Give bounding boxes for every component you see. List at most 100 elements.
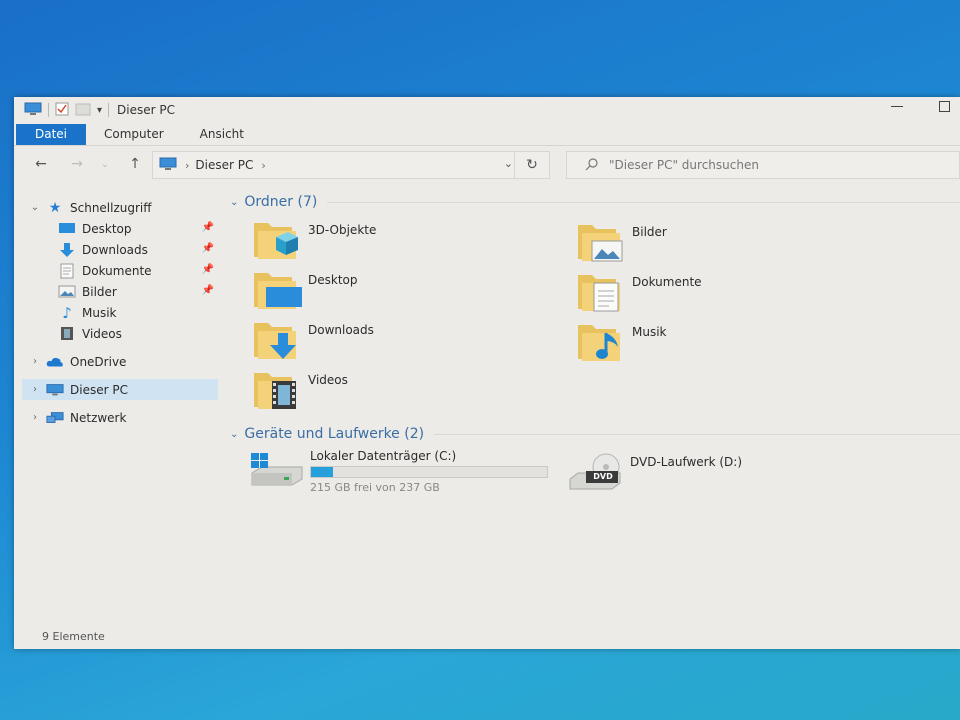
drive-c[interactable]: Lokaler Datenträger (C:) 215 GB frei von…	[248, 449, 548, 494]
sidebar-item-this-pc[interactable]: › Dieser PC	[22, 379, 218, 400]
computer-icon[interactable]	[24, 102, 42, 119]
quick-access-toolbar: ▾	[24, 102, 110, 119]
minimize-button[interactable]	[891, 106, 903, 107]
folders-group-header[interactable]: ⌄ Ordner (7)	[228, 191, 960, 213]
star-icon: ★	[48, 199, 62, 216]
folder-label: Dokumente	[632, 275, 702, 289]
ribbon-divider	[14, 145, 960, 146]
music-note-icon: ♪	[62, 303, 72, 322]
customize-toolbar-icon[interactable]: ▾	[97, 105, 102, 116]
sidebar-item-videos[interactable]: Videos	[22, 323, 218, 344]
breadcrumb-this-pc[interactable]: Dieser PC	[195, 158, 253, 172]
sidebar-item-label: Downloads	[82, 242, 148, 257]
search-icon	[585, 157, 599, 174]
expand-chevron-icon[interactable]: ›	[28, 384, 42, 395]
drive-c-free-space: 215 GB frei von 237 GB	[310, 481, 440, 494]
sidebar-item-network[interactable]: › Netzwerk	[22, 407, 218, 428]
music-folder-icon	[576, 319, 626, 365]
pin-icon[interactable]: 📌	[202, 285, 214, 296]
folder-label: 3D-Objekte	[308, 223, 377, 237]
expand-chevron-icon[interactable]: ›	[28, 412, 42, 423]
group-title: Geräte und Laufwerke (2)	[244, 426, 425, 442]
folder-label: Videos	[308, 373, 348, 387]
sidebar-item-desktop[interactable]: Desktop 📌	[22, 218, 218, 239]
tab-computer[interactable]: Computer	[86, 124, 182, 145]
sidebar-item-music[interactable]: ♪ Musik	[22, 302, 218, 323]
toolbar-divider	[48, 103, 49, 117]
navigation-pane: ⌄ ★ Schnellzugriff Desktop 📌 Downloads 📌…	[22, 197, 218, 428]
navigation-bar: ← → ⌄ ↑ › Dieser PC › ⌄ ↻ "Dieser PC" du…	[14, 150, 960, 179]
desktop-folder-icon	[252, 267, 302, 313]
folder-label: Desktop	[308, 273, 358, 287]
sidebar-item-label: Musik	[82, 305, 117, 320]
back-arrow-icon[interactable]: ←	[30, 154, 52, 174]
up-arrow-icon[interactable]: ↑	[124, 154, 146, 174]
pin-icon[interactable]: 📌	[202, 264, 214, 275]
film-icon	[58, 326, 76, 342]
expand-chevron-icon[interactable]: ⌄	[28, 202, 42, 213]
folder-label: Musik	[632, 325, 667, 339]
drive-c-name: Lokaler Datenträger (C:)	[310, 449, 457, 463]
pin-icon[interactable]: 📌	[202, 243, 214, 254]
new-folder-icon[interactable]	[75, 102, 91, 119]
maximize-button[interactable]	[939, 101, 950, 112]
status-item-count: 9 Elemente	[42, 630, 105, 643]
refresh-icon: ↻	[526, 157, 538, 173]
breadcrumb-chevron-icon[interactable]: ›	[185, 159, 189, 172]
download-arrow-icon	[58, 242, 76, 258]
group-divider	[327, 201, 960, 203]
properties-icon[interactable]	[55, 102, 69, 119]
cloud-icon	[46, 354, 64, 370]
collapse-chevron-icon[interactable]: ⌄	[230, 429, 238, 440]
collapse-chevron-icon[interactable]: ⌄	[230, 197, 238, 208]
sidebar-item-label: Bilder	[82, 284, 117, 299]
sidebar-item-downloads[interactable]: Downloads 📌	[22, 239, 218, 260]
tab-datei[interactable]: Datei	[16, 124, 87, 145]
recent-locations-chevron-icon[interactable]: ⌄	[94, 154, 116, 174]
sidebar-item-quick-access[interactable]: ⌄ ★ Schnellzugriff	[22, 197, 218, 218]
content-pane: ⌄ Ordner (7) 3D-Objekte Bilder Desktop D…	[228, 191, 960, 509]
picture-icon	[58, 284, 76, 300]
document-icon	[58, 263, 76, 279]
network-icon	[46, 410, 64, 426]
search-box[interactable]: "Dieser PC" durchsuchen	[566, 151, 960, 179]
computer-icon	[46, 382, 64, 398]
folder-downloads[interactable]: Downloads	[252, 317, 572, 363]
folder-pictures[interactable]: Bilder	[576, 219, 896, 265]
sidebar-item-pictures[interactable]: Bilder 📌	[22, 281, 218, 302]
refresh-button[interactable]: ↻	[514, 151, 550, 179]
folder-label: Downloads	[308, 323, 374, 337]
explorer-window: ▾ Dieser PC Datei Computer Ansicht ← → ⌄…	[14, 97, 960, 649]
sidebar-item-onedrive[interactable]: › OneDrive	[22, 351, 218, 372]
folder-music[interactable]: Musik	[576, 319, 896, 365]
system-drive-icon	[248, 449, 304, 489]
sidebar-item-documents[interactable]: Dokumente 📌	[22, 260, 218, 281]
sidebar-item-label: Dokumente	[82, 263, 152, 278]
pin-icon[interactable]: 📌	[202, 222, 214, 233]
dvd-drive-icon: DVD	[568, 453, 624, 493]
address-dropdown-icon[interactable]: ⌄	[504, 157, 513, 170]
tab-ansicht[interactable]: Ansicht	[182, 124, 262, 145]
drive-d-name: DVD-Laufwerk (D:)	[630, 455, 743, 469]
toolbar-divider	[108, 103, 110, 117]
sidebar-item-label: OneDrive	[70, 354, 127, 369]
sidebar-item-label: Netzwerk	[70, 410, 127, 425]
forward-arrow-icon[interactable]: →	[66, 154, 88, 174]
drive-c-usage-bar	[310, 466, 548, 478]
address-bar[interactable]: › Dieser PC › ⌄	[152, 151, 524, 179]
folder-3d-objects[interactable]: 3D-Objekte	[252, 217, 572, 263]
folder-desktop[interactable]: Desktop	[252, 267, 572, 313]
breadcrumb-chevron-icon[interactable]: ›	[261, 159, 265, 172]
search-placeholder: "Dieser PC" durchsuchen	[609, 158, 759, 172]
folder-documents[interactable]: Dokumente	[576, 269, 896, 315]
drive-tiles: Lokaler Datenträger (C:) 215 GB frei von…	[228, 449, 960, 509]
expand-chevron-icon[interactable]: ›	[28, 356, 42, 367]
devices-group-header[interactable]: ⌄ Geräte und Laufwerke (2)	[228, 423, 960, 445]
drive-d[interactable]: DVD DVD-Laufwerk (D:)	[568, 453, 742, 493]
drive-d-info: DVD-Laufwerk (D:)	[630, 453, 742, 469]
drive-c-usage-fill	[311, 467, 333, 477]
computer-icon	[159, 157, 177, 174]
folder-videos[interactable]: Videos	[252, 367, 572, 413]
drive-c-info: Lokaler Datenträger (C:) 215 GB frei von…	[310, 449, 548, 494]
title-bar: ▾ Dieser PC	[14, 97, 960, 123]
